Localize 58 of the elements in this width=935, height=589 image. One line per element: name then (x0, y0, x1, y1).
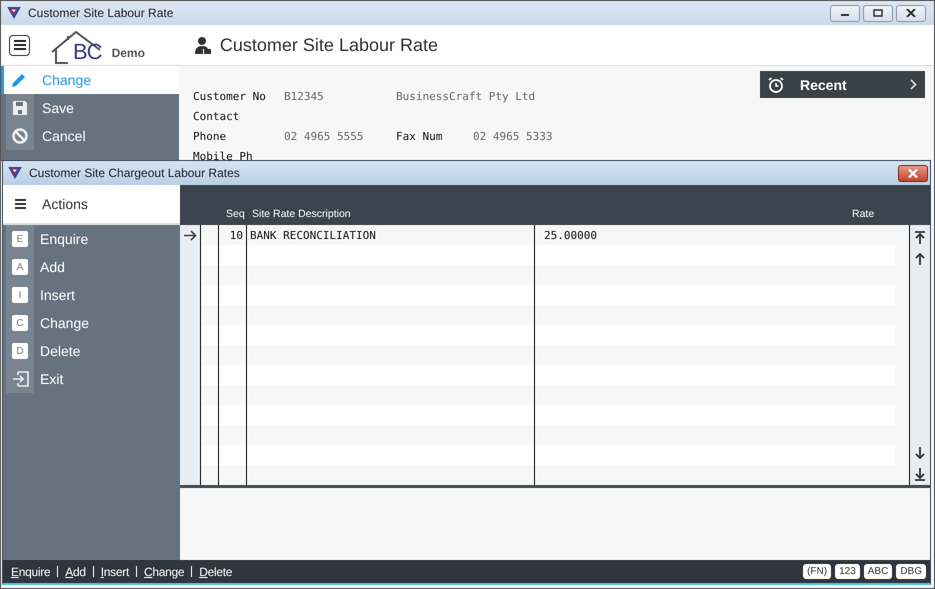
app-logo-icon (8, 167, 22, 179)
menu-button[interactable] (9, 34, 30, 56)
menu-icon (14, 40, 26, 50)
actions-title: Actions (42, 196, 88, 212)
status-link[interactable]: Change (144, 564, 184, 578)
status-link[interactable]: Add (65, 564, 86, 578)
close-button[interactable] (896, 4, 926, 22)
close-icon (906, 9, 916, 17)
exit-icon (12, 371, 28, 387)
status-link[interactable]: Insert (100, 564, 129, 578)
key-badge: D (12, 343, 28, 359)
field-label: Customer No (193, 90, 267, 102)
status-link[interactable]: Delete (199, 564, 232, 578)
column-header: Site Rate Description (252, 208, 352, 220)
dialog-title: Customer Site Chargeout Labour Rates (29, 166, 240, 180)
table-cell-text: 25.00000 (543, 228, 598, 244)
key-badge: A (12, 259, 28, 275)
row-selector[interactable] (180, 465, 201, 485)
column-header: Seq (226, 208, 246, 220)
field-label: Mobile Ph (193, 150, 254, 162)
menu-icon (15, 199, 26, 209)
arrow-up-icon[interactable] (915, 253, 925, 265)
key-badge: E (12, 231, 28, 247)
column-header: Rate (852, 208, 874, 220)
mode-badge[interactable]: DBG (896, 564, 926, 579)
app-logo-icon (7, 7, 21, 19)
mode-badge[interactable]: 123 (835, 564, 860, 579)
maximize-icon (873, 9, 883, 17)
maximize-button[interactable] (863, 4, 893, 22)
pencil-icon (11, 72, 27, 88)
mode-badge[interactable]: (FN) (803, 564, 832, 579)
field-label: Fax Num (396, 130, 444, 142)
field-label: Phone (193, 130, 228, 142)
person-icon (194, 36, 211, 54)
logo-suffix: Demo (112, 46, 145, 60)
scroll-to-bottom-icon[interactable] (915, 468, 925, 481)
mode-badge[interactable]: ABC (864, 564, 892, 579)
status-link[interactable]: Enquire (11, 564, 50, 578)
prohibited-icon (12, 128, 28, 144)
key-badge: I (12, 287, 28, 303)
close-button[interactable] (898, 164, 928, 182)
recent-button[interactable]: Recent (760, 71, 925, 98)
close-icon (907, 168, 919, 178)
field-value: BusinessCraft Pty Ltd (396, 90, 536, 102)
minimize-button[interactable] (830, 4, 860, 22)
field-value: B12345 (284, 90, 325, 102)
field-value: 02 4965 5333 (473, 130, 552, 142)
scroll-to-top-icon[interactable] (915, 231, 925, 244)
field-label: Contact (193, 110, 240, 122)
key-badge: C (12, 315, 28, 331)
page-title: Customer Site Labour Rate (220, 34, 438, 56)
arrow-down-icon[interactable] (915, 447, 925, 459)
logo-text: BC (73, 39, 102, 65)
field-value: 02 4965 5555 (284, 130, 364, 142)
alarm-clock-icon (768, 76, 784, 92)
window-title: Customer Site Labour Rate (28, 6, 174, 20)
row-selector[interactable] (180, 225, 201, 245)
chevron-right-icon (910, 79, 917, 90)
